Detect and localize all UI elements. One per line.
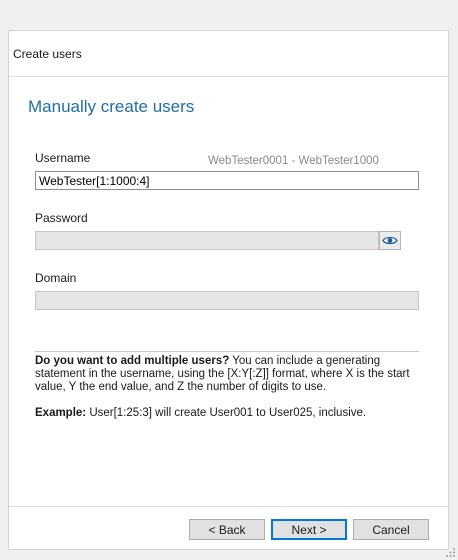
wizard-panel: Create users Manually create users Usern… [8, 30, 449, 550]
back-button[interactable]: < Back [189, 519, 265, 540]
password-label: Password [35, 211, 88, 225]
example-text: Example: User[1:25:3] will create User00… [35, 407, 366, 419]
example-body: User[1:25:3] will create User001 to User… [86, 407, 367, 419]
cancel-button[interactable]: Cancel [353, 519, 429, 540]
header-title: Create users [13, 47, 82, 61]
show-password-button[interactable] [379, 231, 401, 250]
info-question: Do you want to add multiple users? [35, 355, 230, 367]
username-input[interactable] [35, 171, 419, 190]
username-label: Username [35, 151, 91, 165]
eye-icon [382, 236, 398, 245]
example-label: Example: [35, 407, 87, 419]
wizard-header: Create users [9, 31, 448, 77]
resize-grip-icon[interactable] [446, 548, 456, 558]
section-divider [35, 351, 419, 352]
multiple-users-info: Do you want to add multiple users? You c… [35, 355, 423, 394]
password-input[interactable] [35, 231, 379, 250]
username-hint: WebTester0001 - WebTester1000 [208, 155, 379, 167]
page-title: Manually create users [28, 97, 195, 116]
next-button[interactable]: Next > [271, 519, 347, 540]
domain-input[interactable] [35, 291, 419, 310]
domain-label: Domain [35, 271, 77, 285]
create-users-window: Create users Manually create users Usern… [0, 0, 458, 560]
